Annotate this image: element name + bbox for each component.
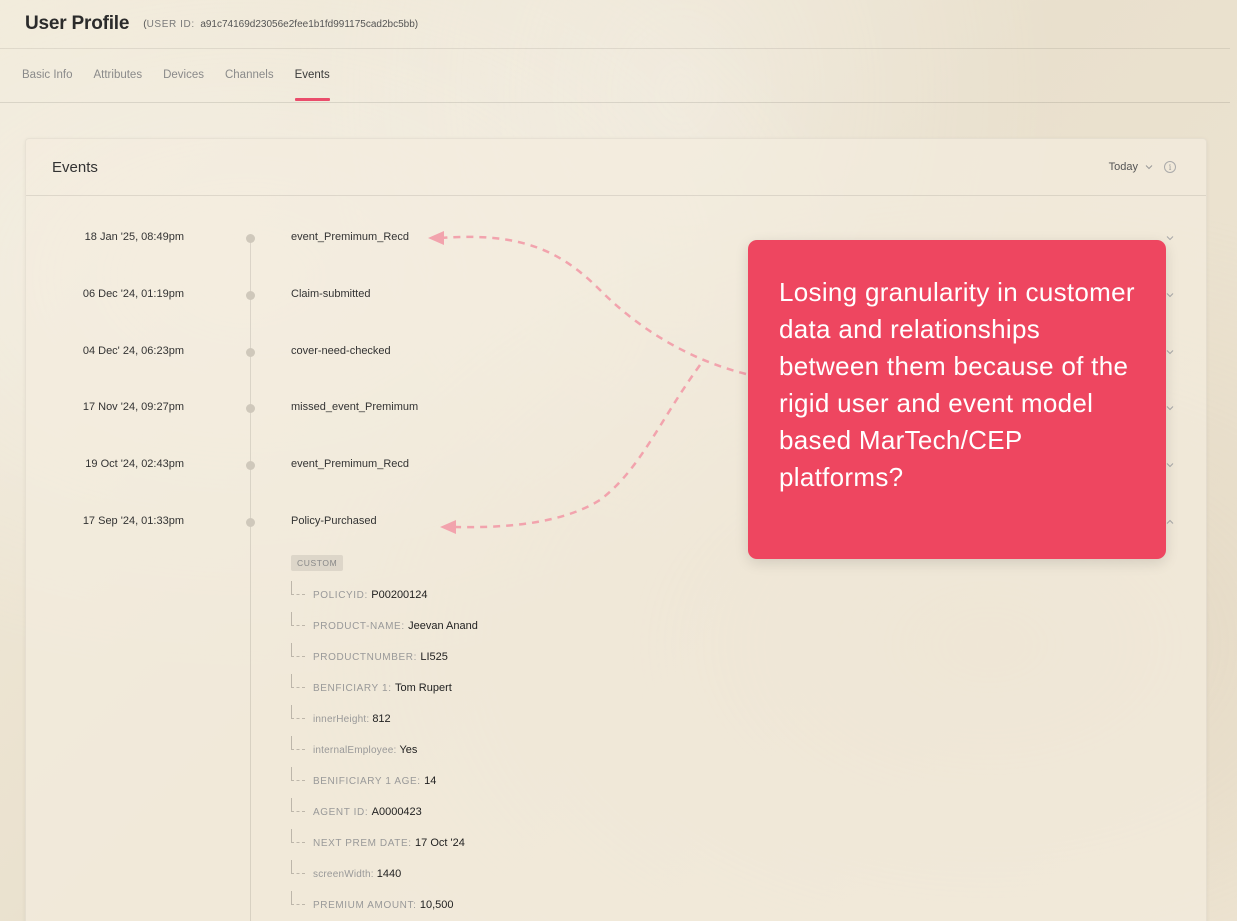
event-name: event_Premimum_Recd — [291, 231, 409, 243]
tree-connector — [291, 612, 305, 626]
user-id-label: USER ID: — [146, 18, 195, 30]
event-name: missed_event_Premimum — [291, 401, 419, 413]
event-name: Claim-submitted — [291, 288, 371, 300]
attribute-key: PRODUCTNUMBER: LI525 — [313, 651, 448, 663]
attribute-key: PREMIUM AMOUNT: 10,500 — [313, 899, 454, 911]
tree-connector — [291, 674, 305, 688]
date-range-dropdown[interactable]: Today i — [1109, 161, 1176, 173]
event-date: 04 Dec' 24, 06:23pm — [82, 345, 184, 357]
attribute-key: innerHeight: 812 — [313, 713, 391, 725]
chevron-down-icon — [1145, 165, 1153, 170]
callout-text: Losing granularity in customer data and … — [779, 277, 1135, 492]
tree-connector — [291, 891, 305, 905]
attribute-value: Tom Rupert — [394, 682, 452, 694]
event-type-badge: CUSTOM — [291, 555, 344, 571]
timeline-dot — [246, 461, 255, 470]
tree-connector — [291, 798, 305, 812]
event-date: 06 Dec '24, 01:19pm — [82, 288, 184, 300]
tab-channels[interactable]: Channels — [225, 49, 274, 102]
event-date: 17 Sep '24, 01:33pm — [82, 515, 184, 527]
timeline-dot — [246, 404, 255, 413]
events-card-header: Events Today i — [26, 139, 1206, 196]
timeline-dot — [246, 234, 255, 243]
event-date: 18 Jan '25, 08:49pm — [84, 231, 184, 243]
event-name: Policy-Purchased — [291, 515, 377, 527]
attribute-value: A0000423 — [371, 806, 422, 818]
tree-connector — [291, 643, 305, 657]
events-card-title: Events — [52, 158, 98, 176]
event-date: 17 Nov '24, 09:27pm — [82, 401, 184, 413]
attribute-key: AGENT ID: A0000423 — [313, 806, 422, 818]
attribute-value: 1440 — [376, 868, 402, 880]
attribute-key: POLICYID: P00200124 — [313, 589, 428, 601]
attribute-value: Yes — [399, 744, 418, 756]
timeline-dot — [246, 518, 255, 527]
callout-box: Losing granularity in customer data and … — [748, 240, 1166, 559]
page-header: User Profile (USER ID: a91c74169d23056e2… — [0, 0, 1230, 49]
attribute-key: BENFICIARY 1: Tom Rupert — [313, 682, 452, 694]
user-id-value: a91c74169d23056e2fee1b1fd991175cad2bc5bb — [200, 18, 415, 30]
attribute-value: 14 — [424, 775, 437, 787]
page-title: User Profile — [25, 13, 130, 34]
attribute-key: internalEmployee: Yes — [313, 744, 418, 756]
attribute-value: Jeevan Anand — [408, 620, 478, 632]
event-name: cover-need-checked — [291, 345, 391, 357]
tree-connector — [291, 736, 305, 750]
timeline-dot — [246, 348, 255, 357]
attribute-value: 812 — [372, 713, 391, 725]
attribute-key: BENIFICIARY 1 AGE: 14 — [313, 775, 437, 787]
attribute-key: NEXT PREM DATE: 17 Oct '24 — [313, 837, 465, 849]
tab-basic-info[interactable]: Basic Info — [22, 49, 73, 102]
tree-connector — [291, 829, 305, 843]
tree-connector — [291, 581, 305, 595]
tab-attributes[interactable]: Attributes — [94, 49, 143, 102]
tab-events[interactable]: Events — [294, 49, 330, 102]
tree-connector — [291, 860, 305, 874]
timeline-dot — [246, 291, 255, 300]
tree-connector — [291, 705, 305, 719]
info-icon[interactable]: i — [1164, 161, 1176, 173]
attribute-key: PRODUCT-NAME: Jeevan Anand — [313, 620, 478, 632]
attribute-value: 10,500 — [419, 899, 454, 911]
event-date: 19 Oct '24, 02:43pm — [85, 458, 184, 470]
tree-connector — [291, 767, 305, 781]
chevron-down-icon[interactable] — [1164, 232, 1176, 244]
attribute-value: P00200124 — [371, 589, 428, 601]
tab-devices[interactable]: Devices — [163, 49, 204, 102]
profile-tabs: Basic Info Attributes Devices Channels E… — [0, 49, 1230, 103]
attribute-value: 17 Oct '24 — [415, 837, 465, 849]
attribute-value: LI525 — [420, 651, 448, 663]
attribute-key: screenWidth: 1440 — [313, 868, 402, 880]
event-name: event_Premimum_Recd — [291, 458, 409, 470]
user-id: (USER ID: a91c74169d23056e2fee1b1fd99117… — [143, 18, 419, 30]
date-range-value: Today — [1108, 161, 1138, 173]
